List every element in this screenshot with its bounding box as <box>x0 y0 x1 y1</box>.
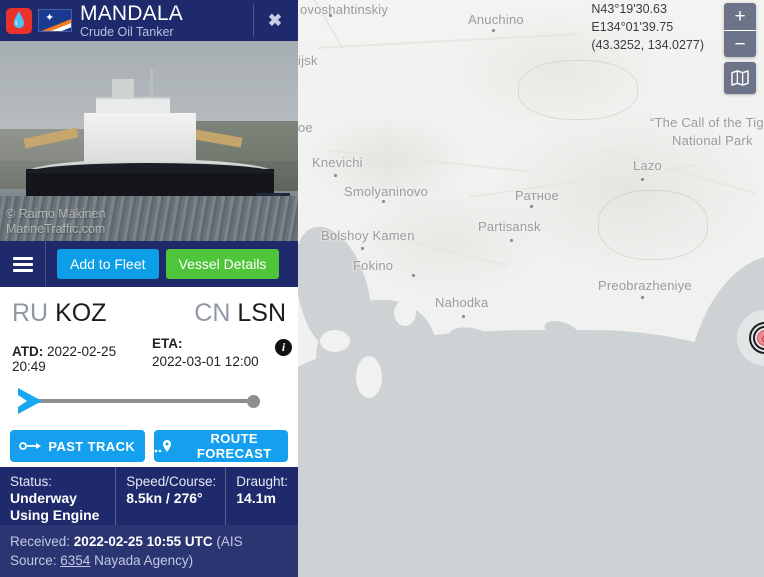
coordinates-readout: N43°19'30.63 E134°01'39.75 (43.3252, 134… <box>591 0 704 54</box>
destination-country-code: CN <box>194 299 231 327</box>
past-track-button[interactable]: PAST TRACK <box>10 430 145 462</box>
status-cell: Status: Underway Using Engine <box>0 467 117 525</box>
status-value-line1: Underway <box>10 490 77 506</box>
coords-longitude: E134°01'39.75 <box>591 20 674 34</box>
map-place-dot <box>382 200 385 203</box>
header-divider <box>253 4 254 37</box>
burger-line <box>12 268 33 272</box>
app-root: ovoshahtinskiy Anuchino ijsk oe Knevichi Smol… <box>0 0 764 577</box>
ais-source-name: Nayada Agency) <box>90 553 194 568</box>
info-icon[interactable]: i <box>275 339 292 356</box>
map-place-dot <box>329 14 332 17</box>
voyage-progress[interactable] <box>10 386 270 426</box>
photo-credit-site: MarineTraffic.com <box>6 222 106 236</box>
atd-block: ATD: 2022-02-25 20:49 <box>12 335 152 374</box>
track-line-icon <box>19 441 42 451</box>
oil-drop-icon: 💧 <box>6 7 32 34</box>
draught-cell: Draught: 14.1m <box>226 467 298 525</box>
marshall-islands-flag-icon: ✦ <box>38 9 72 32</box>
route-pin-icon <box>154 439 174 453</box>
vessel-status-strip: Status: Underway Using Engine Speed/Cour… <box>0 467 298 525</box>
island <box>356 356 382 398</box>
destination-port[interactable]: CN LSN <box>194 299 286 327</box>
origin-country-code: RU <box>12 299 49 327</box>
map-place-dot <box>510 239 513 242</box>
vessel-info-panel: 💧 ✦ MANDALA Crude Oil Tanker ✖ © Raimo M… <box>0 0 298 577</box>
coords-latitude: N43°19'30.63 <box>591 2 667 16</box>
speed-course-label: Speed/Course: <box>126 474 217 489</box>
map-place-dot <box>492 29 495 32</box>
speed-course-value: 8.5kn / 276° <box>126 490 203 506</box>
header-titles: MANDALA Crude Oil Tanker <box>80 3 258 39</box>
oil-drop-glyph: 💧 <box>9 12 29 29</box>
track-buttons: PAST TRACK ROUTE FORECAST <box>0 426 298 462</box>
route-forecast-label: ROUTE FORECAST <box>196 431 272 461</box>
status-value-line2: Using Engine <box>10 507 100 523</box>
route-forecast-button[interactable]: ROUTE FORECAST <box>153 430 288 462</box>
speed-course-cell: Speed/Course: 8.5kn / 276° <box>116 467 227 525</box>
map-place-dot <box>412 274 415 277</box>
origin-port[interactable]: RU KOZ <box>12 299 106 327</box>
map-place-dot <box>530 205 533 208</box>
progress-vessel-arrow-notch <box>18 395 27 407</box>
close-icon[interactable]: ✖ <box>258 0 292 41</box>
draught-value: 14.1m <box>236 490 276 506</box>
eta-value: 2022-03-01 12:00 <box>152 354 259 369</box>
add-to-fleet-button[interactable]: Add to Fleet <box>57 249 159 279</box>
vessel-position-marker[interactable] <box>737 310 764 366</box>
coords-decimal: (43.3252, 134.0277) <box>591 38 704 52</box>
burger-line <box>12 262 33 266</box>
origin-port-code: KOZ <box>55 299 107 327</box>
map-layers-button[interactable] <box>724 62 756 94</box>
eta-label: ETA: <box>152 336 183 351</box>
island <box>320 330 350 352</box>
received-timestamp: 2022-02-25 10:55 UTC <box>73 534 213 549</box>
map-place-dot <box>334 174 337 177</box>
map-place-dot <box>641 296 644 299</box>
eta-block: ETA: 2022-03-01 12:00 <box>152 335 286 371</box>
voyage-route: RU KOZ CN LSN <box>0 287 298 331</box>
map-place-dot <box>361 247 364 250</box>
map-place-dot <box>641 178 644 181</box>
zoom-in-button[interactable]: + <box>724 3 756 30</box>
zoom-out-button[interactable]: − <box>724 30 756 57</box>
map-canvas[interactable]: ovoshahtinskiy Anuchino ijsk oe Knevichi Smol… <box>298 0 764 577</box>
island <box>394 300 416 326</box>
draught-label: Draught: <box>236 474 288 489</box>
ais-received-footer: Received: 2022-02-25 10:55 UTC (AIS Sour… <box>0 525 298 577</box>
received-prefix: Received: <box>10 534 74 549</box>
voyage-times: ATD: 2022-02-25 20:49 ETA: 2022-03-01 12… <box>0 331 298 374</box>
flag-star-glyph: ✦ <box>45 12 55 24</box>
photo-credit: © Raimo Mäkinen MarineTraffic.com <box>6 207 106 237</box>
map-layers-icon <box>731 70 749 86</box>
progress-destination-dot <box>247 395 260 408</box>
vessel-details-button[interactable]: Vessel Details <box>165 249 280 279</box>
panel-header: 💧 ✦ MANDALA Crude Oil Tanker ✖ <box>0 0 298 41</box>
map-place-dot <box>462 315 465 318</box>
zoom-controls: + − <box>724 3 756 57</box>
photo-credit-author: © Raimo Mäkinen <box>6 207 106 221</box>
terrain-contour <box>598 190 708 260</box>
panel-action-bar: Add to Fleet Vessel Details <box>0 241 298 287</box>
destination-port-code: LSN <box>237 299 286 327</box>
atd-label: ATD: <box>12 344 44 359</box>
ais-source-link[interactable]: 6354 <box>60 553 90 568</box>
past-track-label: PAST TRACK <box>48 438 136 454</box>
vessel-photo[interactable]: © Raimo Mäkinen MarineTraffic.com <box>0 41 298 241</box>
hamburger-menu-icon[interactable] <box>0 241 46 287</box>
status-label: Status: <box>10 474 53 489</box>
terrain-contour <box>518 60 638 120</box>
vessel-name: MANDALA <box>80 2 183 25</box>
progress-track <box>36 399 254 403</box>
vessel-type: Crude Oil Tanker <box>80 24 174 39</box>
burger-line <box>12 256 33 260</box>
